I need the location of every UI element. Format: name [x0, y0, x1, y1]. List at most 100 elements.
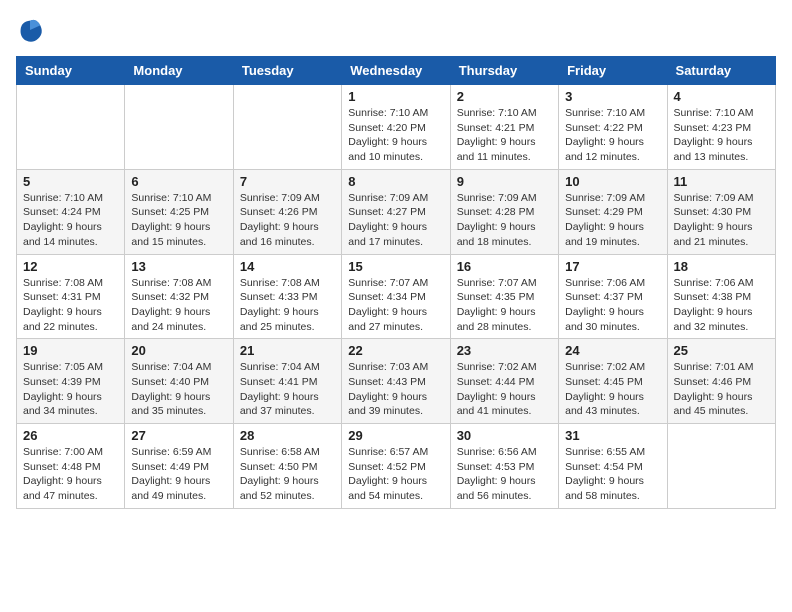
- calendar-cell: [667, 424, 775, 509]
- calendar-cell: 27 Sunrise: 6:59 AMSunset: 4:49 PMDayligh…: [125, 424, 233, 509]
- calendar-cell: 8Sunrise: 7:09 AMSunset: 4:27 PMDaylight…: [342, 169, 450, 254]
- day-info: Sunrise: 7:10 AMSunset: 4:22 PMDaylight:…: [565, 106, 660, 165]
- day-number: 23: [457, 343, 552, 358]
- day-number: 25: [674, 343, 769, 358]
- weekday-header-sunday: Sunday: [17, 57, 125, 85]
- day-info: Sunrise: 7:02 AMSunset: 4:45 PMDaylight:…: [565, 360, 660, 419]
- day-number: 1: [348, 89, 443, 104]
- day-info: Sunrise: 7:10 AMSunset: 4:23 PMDaylight:…: [674, 106, 769, 165]
- day-info: Sunrise: 7:08 AMSunset: 4:31 PMDaylight:…: [23, 276, 118, 335]
- calendar-cell: 25 Sunrise: 7:01 AMSunset: 4:46 PMDayligh…: [667, 339, 775, 424]
- day-number: 9: [457, 174, 552, 189]
- weekday-header-row: SundayMondayTuesdayWednesdayThursdayFrid…: [17, 57, 776, 85]
- calendar-cell: 16Sunrise: 7:07 AMSunset: 4:35 PMDayligh…: [450, 254, 558, 339]
- day-info: Sunrise: 7:10 AMSunset: 4:20 PMDaylight:…: [348, 106, 443, 165]
- calendar-cell: 30Sunrise: 6:56 AMSunset: 4:53 PMDayligh…: [450, 424, 558, 509]
- calendar-header: SundayMondayTuesdayWednesdayThursdayFrid…: [17, 57, 776, 85]
- day-info: Sunrise: 7:09 AMSunset: 4:26 PMDaylight:…: [240, 191, 335, 250]
- day-info: Sunrise: 7:06 AMSunset: 4:38 PMDaylight:…: [674, 276, 769, 335]
- day-number: 4: [674, 89, 769, 104]
- calendar-week-row: 19 Sunrise: 7:05 AMSunset: 4:39 PMDayligh…: [17, 339, 776, 424]
- day-info: Sunrise: 7:08 AMSunset: 4:32 PMDaylight:…: [131, 276, 226, 335]
- calendar-cell: 29Sunrise: 6:57 AMSunset: 4:52 PMDayligh…: [342, 424, 450, 509]
- day-number: 24: [565, 343, 660, 358]
- day-info: Sunrise: 6:59 AMSunset: 4:49 PMDaylight:…: [131, 445, 226, 504]
- day-number: 16: [457, 259, 552, 274]
- calendar-cell: 2Sunrise: 7:10 AMSunset: 4:21 PMDaylight…: [450, 85, 558, 170]
- calendar-cell: 15 Sunrise: 7:07 AMSunset: 4:34 PMDayligh…: [342, 254, 450, 339]
- day-info: Sunrise: 7:09 AMSunset: 4:28 PMDaylight:…: [457, 191, 552, 250]
- calendar-cell: 3 Sunrise: 7:10 AMSunset: 4:22 PMDaylight…: [559, 85, 667, 170]
- day-number: 2: [457, 89, 552, 104]
- day-number: 27: [131, 428, 226, 443]
- calendar-table: SundayMondayTuesdayWednesdayThursdayFrid…: [16, 56, 776, 509]
- calendar-cell: 13 Sunrise: 7:08 AMSunset: 4:32 PMDayligh…: [125, 254, 233, 339]
- day-number: 19: [23, 343, 118, 358]
- calendar-cell: [125, 85, 233, 170]
- day-info: Sunrise: 7:07 AMSunset: 4:34 PMDaylight:…: [348, 276, 443, 335]
- day-info: Sunrise: 7:06 AMSunset: 4:37 PMDaylight:…: [565, 276, 660, 335]
- day-number: 31: [565, 428, 660, 443]
- day-number: 3: [565, 89, 660, 104]
- day-info: Sunrise: 7:05 AMSunset: 4:39 PMDaylight:…: [23, 360, 118, 419]
- calendar-cell: 18 Sunrise: 7:06 AMSunset: 4:38 PMDayligh…: [667, 254, 775, 339]
- calendar-cell: 31 Sunrise: 6:55 AMSunset: 4:54 PMDayligh…: [559, 424, 667, 509]
- calendar-cell: 17Sunrise: 7:06 AMSunset: 4:37 PMDayligh…: [559, 254, 667, 339]
- calendar-cell: 7Sunrise: 7:09 AMSunset: 4:26 PMDaylight…: [233, 169, 341, 254]
- weekday-header-saturday: Saturday: [667, 57, 775, 85]
- day-info: Sunrise: 7:04 AMSunset: 4:41 PMDaylight:…: [240, 360, 335, 419]
- logo: [16, 16, 48, 44]
- day-info: Sunrise: 7:08 AMSunset: 4:33 PMDaylight:…: [240, 276, 335, 335]
- calendar-cell: 12 Sunrise: 7:08 AMSunset: 4:31 PMDayligh…: [17, 254, 125, 339]
- day-number: 22: [348, 343, 443, 358]
- day-info: Sunrise: 7:09 AMSunset: 4:29 PMDaylight:…: [565, 191, 660, 250]
- day-info: Sunrise: 7:02 AMSunset: 4:44 PMDaylight:…: [457, 360, 552, 419]
- page-header: [16, 16, 776, 44]
- calendar-cell: [17, 85, 125, 170]
- day-number: 11: [674, 174, 769, 189]
- calendar-cell: 26 Sunrise: 7:00 AMSunset: 4:48 PMDayligh…: [17, 424, 125, 509]
- calendar-week-row: 5 Sunrise: 7:10 AMSunset: 4:24 PMDaylight…: [17, 169, 776, 254]
- weekday-header-wednesday: Wednesday: [342, 57, 450, 85]
- weekday-header-tuesday: Tuesday: [233, 57, 341, 85]
- calendar-body: 1 Sunrise: 7:10 AMSunset: 4:20 PMDaylight…: [17, 85, 776, 509]
- day-number: 6: [131, 174, 226, 189]
- calendar-cell: [233, 85, 341, 170]
- weekday-header-thursday: Thursday: [450, 57, 558, 85]
- weekday-header-friday: Friday: [559, 57, 667, 85]
- calendar-cell: 14 Sunrise: 7:08 AMSunset: 4:33 PMDayligh…: [233, 254, 341, 339]
- day-info: Sunrise: 7:03 AMSunset: 4:43 PMDaylight:…: [348, 360, 443, 419]
- calendar-cell: 4 Sunrise: 7:10 AMSunset: 4:23 PMDaylight…: [667, 85, 775, 170]
- day-info: Sunrise: 6:56 AMSunset: 4:53 PMDaylight:…: [457, 445, 552, 504]
- day-number: 29: [348, 428, 443, 443]
- calendar-cell: 6 Sunrise: 7:10 AMSunset: 4:25 PMDaylight…: [125, 169, 233, 254]
- day-info: Sunrise: 7:04 AMSunset: 4:40 PMDaylight:…: [131, 360, 226, 419]
- day-info: Sunrise: 6:55 AMSunset: 4:54 PMDaylight:…: [565, 445, 660, 504]
- day-number: 26: [23, 428, 118, 443]
- calendar-cell: 5 Sunrise: 7:10 AMSunset: 4:24 PMDaylight…: [17, 169, 125, 254]
- day-info: Sunrise: 7:01 AMSunset: 4:46 PMDaylight:…: [674, 360, 769, 419]
- weekday-header-monday: Monday: [125, 57, 233, 85]
- day-info: Sunrise: 7:10 AMSunset: 4:24 PMDaylight:…: [23, 191, 118, 250]
- calendar-cell: 1 Sunrise: 7:10 AMSunset: 4:20 PMDaylight…: [342, 85, 450, 170]
- day-number: 13: [131, 259, 226, 274]
- logo-icon: [16, 16, 44, 44]
- calendar-cell: 23 Sunrise: 7:02 AMSunset: 4:44 PMDayligh…: [450, 339, 558, 424]
- calendar-cell: 10Sunrise: 7:09 AMSunset: 4:29 PMDayligh…: [559, 169, 667, 254]
- day-number: 12: [23, 259, 118, 274]
- day-number: 20: [131, 343, 226, 358]
- day-number: 5: [23, 174, 118, 189]
- calendar-cell: 21 Sunrise: 7:04 AMSunset: 4:41 PMDayligh…: [233, 339, 341, 424]
- calendar-cell: 9 Sunrise: 7:09 AMSunset: 4:28 PMDaylight…: [450, 169, 558, 254]
- calendar-cell: 20 Sunrise: 7:04 AMSunset: 4:40 PMDayligh…: [125, 339, 233, 424]
- day-number: 18: [674, 259, 769, 274]
- day-number: 21: [240, 343, 335, 358]
- day-number: 14: [240, 259, 335, 274]
- day-info: Sunrise: 7:10 AMSunset: 4:25 PMDaylight:…: [131, 191, 226, 250]
- calendar-cell: 11Sunrise: 7:09 AMSunset: 4:30 PMDayligh…: [667, 169, 775, 254]
- day-number: 15: [348, 259, 443, 274]
- calendar-week-row: 12 Sunrise: 7:08 AMSunset: 4:31 PMDayligh…: [17, 254, 776, 339]
- day-info: Sunrise: 7:00 AMSunset: 4:48 PMDaylight:…: [23, 445, 118, 504]
- calendar-week-row: 1 Sunrise: 7:10 AMSunset: 4:20 PMDaylight…: [17, 85, 776, 170]
- day-number: 8: [348, 174, 443, 189]
